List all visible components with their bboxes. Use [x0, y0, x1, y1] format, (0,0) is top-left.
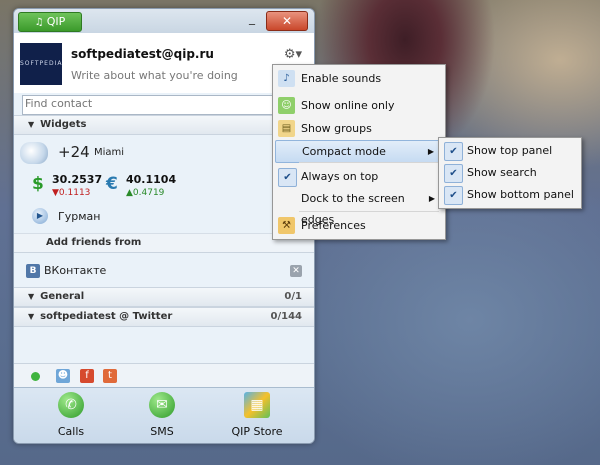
submenu-item-show-search[interactable]: ✔ Show search [441, 162, 577, 183]
eur-rate: 40.1104 [126, 173, 177, 186]
checkmark-icon: ✔ [444, 164, 463, 183]
dismiss-icon[interactable]: ✕ [290, 265, 302, 277]
vkontakte-item[interactable]: В ВКонтакте ✕ [14, 261, 314, 281]
qip-store-label: QIP Store [231, 425, 283, 438]
collapse-arrow-icon: ▼ [28, 292, 35, 301]
qip-logo-icon: ♫ [34, 17, 44, 28]
group-title: Widgets [40, 119, 87, 130]
store-icon: ▦ [244, 392, 270, 418]
usd-rate: 30.2537 [52, 173, 103, 186]
add-friends-header: Add friends from [14, 233, 314, 253]
title-bar[interactable]: ♫ QIP _ ✕ [14, 9, 314, 33]
minimize-button[interactable]: _ [240, 11, 264, 29]
submenu-item-show-bottom-panel[interactable]: ✔ Show bottom panel [441, 184, 577, 205]
account-name[interactable]: softpediatest@qip.ru [71, 47, 214, 61]
checkmark-icon: ✔ [444, 142, 463, 161]
bottom-toolbar: ✆ Calls ✉ SMS ▦ QIP Store [14, 387, 314, 443]
add-friends-title: Add friends from [46, 237, 142, 248]
weather-temperature: +24 [58, 143, 90, 161]
group-title: softpediatest @ Twitter [40, 311, 173, 322]
groups-icon: ▤ [278, 120, 295, 137]
qip-status-icon[interactable]: ☻ [56, 369, 70, 383]
vkontakte-label: ВКонтакте [44, 264, 107, 277]
sms-button[interactable]: ✉ SMS [127, 392, 197, 438]
menu-item-show-groups[interactable]: ▤ Show groups [275, 118, 441, 139]
weather-widget[interactable]: +24 Miami [14, 139, 314, 167]
online-status-icon[interactable] [31, 372, 40, 381]
collapse-arrow-icon: ▼ [28, 120, 35, 129]
preferences-icon: ⚒ [278, 217, 295, 234]
submenu-item-show-top-panel[interactable]: ✔ Show top panel [441, 140, 577, 161]
search-field[interactable] [22, 95, 312, 115]
qip-store-button[interactable]: ▦ QIP Store [222, 392, 292, 438]
sms-label: SMS [150, 425, 174, 438]
twitter-status-icon[interactable]: t [103, 369, 117, 383]
menu-item-always-on-top[interactable]: ✔ Always on top [275, 166, 441, 187]
currency-widget[interactable]: $ 30.2537 ▼0.1113 € 40.1104 ▲0.4719 [14, 171, 314, 201]
menu-item-enable-sounds[interactable]: ♪ Enable sounds [275, 68, 441, 89]
checkmark-icon: ✔ [444, 186, 463, 205]
cloud-icon [20, 142, 48, 164]
usd-change: ▼0.1113 [52, 188, 91, 198]
status-message[interactable]: Write about what you're doing [71, 69, 238, 82]
menu-item-show-online-only[interactable]: ☺ Show online only [275, 95, 441, 116]
qip-main-window: ♫ QIP _ ✕ SOFTPEDIA softpediatest@qip.ru … [13, 8, 315, 444]
menu-separator [299, 211, 439, 212]
menu-item-preferences[interactable]: ⚒ Preferences [275, 215, 441, 236]
group-header-general[interactable]: ▼ General 0/1 [14, 287, 314, 307]
eur-change: ▲0.4719 [126, 188, 165, 198]
phone-icon: ✆ [58, 392, 84, 418]
player-widget[interactable]: ▶ Гурман [14, 207, 314, 227]
group-count: 0/144 [270, 311, 302, 322]
contacts-icon: ☺ [278, 97, 295, 114]
sms-icon: ✉ [149, 392, 175, 418]
avatar[interactable]: SOFTPEDIA [20, 43, 62, 85]
calls-label: Calls [57, 425, 85, 438]
gear-icon[interactable]: ⚙▾ [284, 47, 302, 62]
play-icon[interactable]: ▶ [32, 208, 48, 224]
weather-city: Miami [94, 147, 125, 158]
status-bar: ☻ f t [14, 363, 314, 388]
menu-item-dock-to-screen-edges[interactable]: Dock to the screen edges ▶ [275, 188, 441, 226]
checkmark-icon: ✔ [278, 168, 297, 187]
submenu-arrow-icon: ▶ [427, 147, 434, 156]
group-header-twitter[interactable]: ▼ softpediatest @ Twitter 0/144 [14, 307, 314, 327]
euro-icon: € [106, 174, 118, 194]
search-input[interactable] [25, 97, 305, 110]
close-button[interactable]: ✕ [266, 11, 308, 31]
collapse-arrow-icon: ▼ [28, 312, 35, 321]
vk-icon: В [26, 264, 40, 278]
qip-menu-label: QIP [46, 15, 66, 28]
profile-panel: SOFTPEDIA softpediatest@qip.ru Write abo… [14, 33, 314, 93]
facebook-status-icon[interactable]: f [80, 369, 94, 383]
player-track-label: Гурман [58, 210, 101, 223]
compact-mode-submenu: ✔ Show top panel ✔ Show search ✔ Show bo… [438, 137, 582, 209]
group-title: General [40, 291, 85, 302]
menu-item-compact-mode[interactable]: Compact mode ▶ [275, 140, 441, 163]
qip-menu-button[interactable]: ♫ QIP [18, 12, 82, 32]
submenu-arrow-icon: ▶ [428, 194, 435, 203]
dollar-icon: $ [32, 174, 44, 194]
widgets-group-header[interactable]: ▼ Widgets [14, 115, 314, 135]
group-count: 0/1 [284, 291, 302, 302]
calls-button[interactable]: ✆ Calls [36, 392, 106, 438]
settings-context-menu: ♪ Enable sounds ☺ Show online only ▤ Sho… [272, 64, 446, 240]
music-note-icon: ♪ [278, 70, 295, 87]
menu-separator [299, 162, 439, 163]
